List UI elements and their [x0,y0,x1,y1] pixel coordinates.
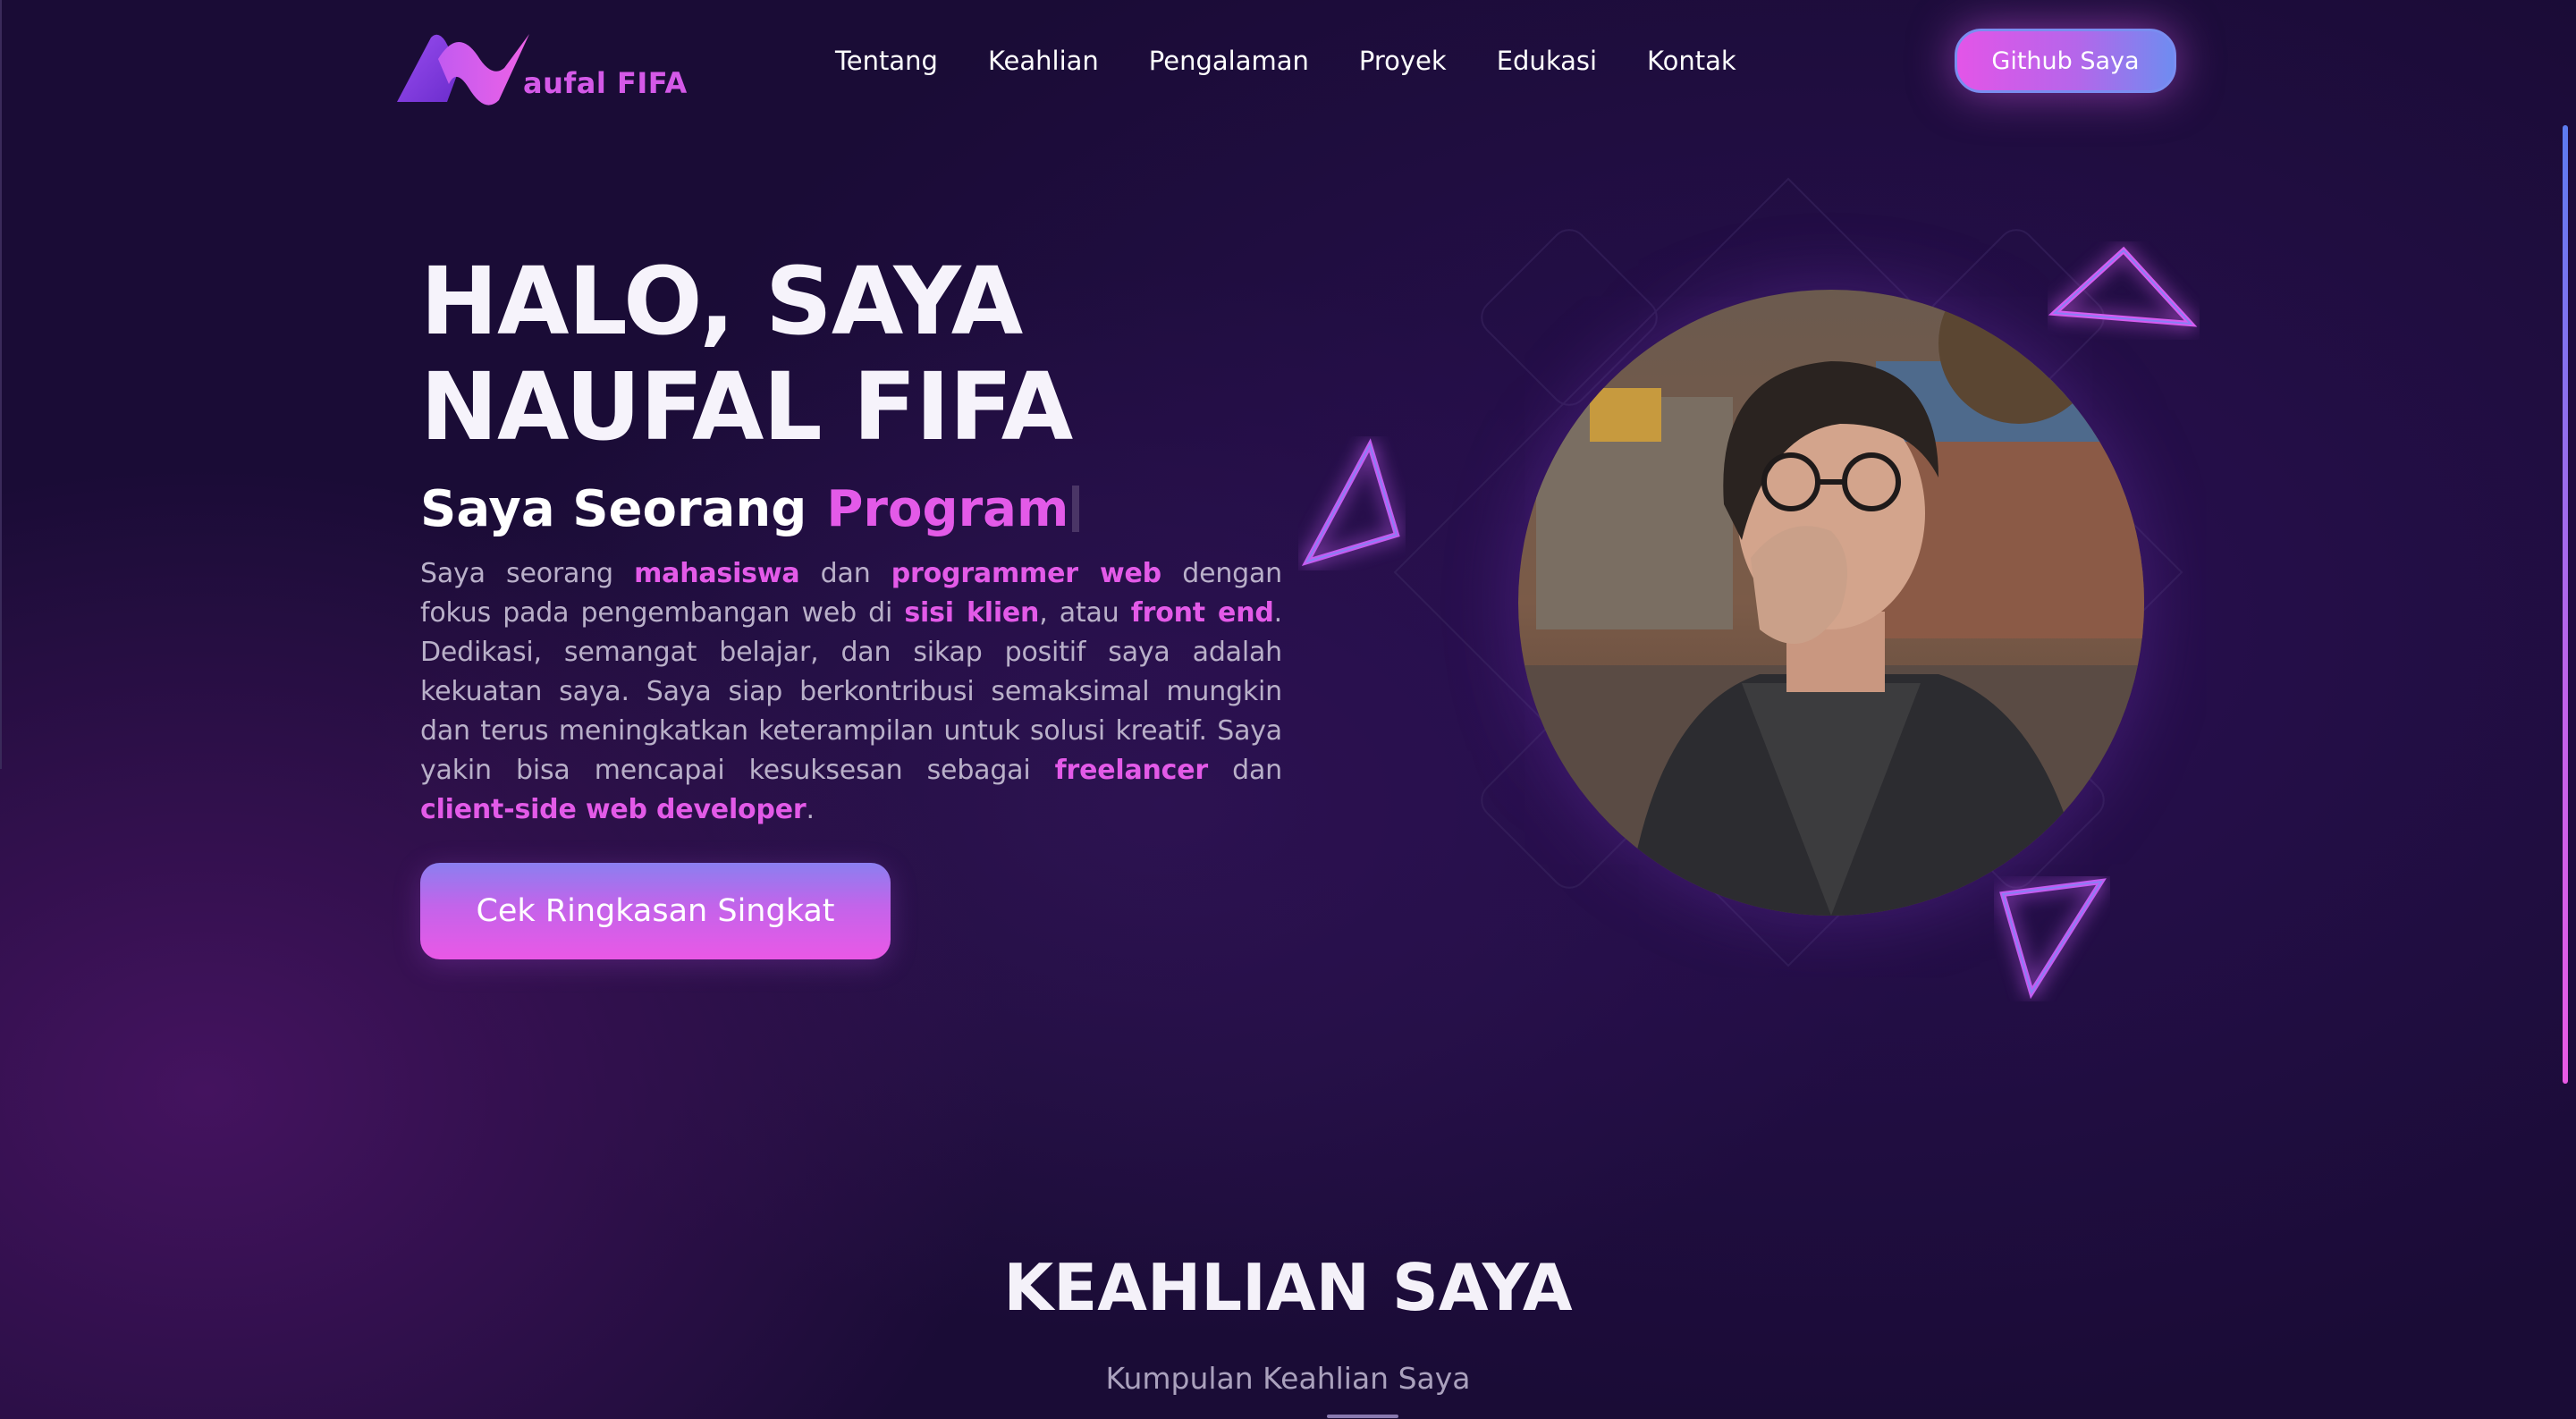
subtitle-typed-word: Program [826,479,1069,538]
hero-bio: Saya seorang mahasiswa dan programmer we… [420,554,1282,830]
nav-link-edukasi[interactable]: Edukasi [1497,43,1597,79]
bio-text: dan [799,558,891,589]
profile-photo [1518,290,2144,916]
nav-link-pengalaman[interactable]: Pengalaman [1149,43,1309,79]
nav-link-proyek[interactable]: Proyek [1359,43,1447,79]
nav-link-keahlian[interactable]: Keahlian [988,43,1099,79]
nav-link-tentang[interactable]: Tentang [835,43,938,79]
navbar: aufal FIFA Tentang Keahlian Pengalaman P… [0,0,2576,125]
bio-highlight: mahasiswa [634,558,800,589]
subtitle-lead: Saya Seorang [420,479,807,538]
hero-subtitle: Saya Seorang Program [420,477,1080,540]
nav-link-kontak[interactable]: Kontak [1647,43,1736,79]
section-divider [1327,1415,1398,1418]
page-scrollbar[interactable] [2563,125,2568,1084]
logo-mark-icon [397,34,529,106]
main-menu: Tentang Keahlian Pengalaman Proyek Eduka… [835,43,1736,79]
bio-text: Saya seorang [420,558,635,589]
hero-title-line-1: HALO, SAYA [420,247,1023,356]
bio-text: . [806,794,815,825]
neon-triangle-left-icon [1301,438,1400,566]
bio-highlight: sisi klien [904,597,1040,629]
summary-button[interactable]: Cek Ringkasan Singkat [420,863,891,959]
neon-triangle-bottom-right-icon [1999,878,2107,1000]
neon-triangle-top-right-icon [2048,246,2198,327]
bio-highlight: freelancer [1054,755,1209,786]
skills-section-subtitle: Kumpulan Keahlian Saya [1105,1361,1471,1396]
bio-highlight: programmer web [891,558,1161,589]
hero-title: HALO, SAYA NAUFAL FIFA [420,249,1225,460]
profile-photo-illustration [1518,290,2144,916]
github-button[interactable]: Github Saya [1955,29,2176,93]
hero-title-line-2: NAUFAL FIFA [420,352,1073,461]
bio-highlight: client-side web developer [420,794,807,825]
logo[interactable]: aufal FIFA [395,32,699,107]
bio-text: , atau [1039,597,1131,629]
typing-cursor [1072,486,1080,532]
logo-text: aufal FIFA [523,66,688,100]
skills-section-title: KEAHLIAN SAYA [1003,1250,1573,1325]
